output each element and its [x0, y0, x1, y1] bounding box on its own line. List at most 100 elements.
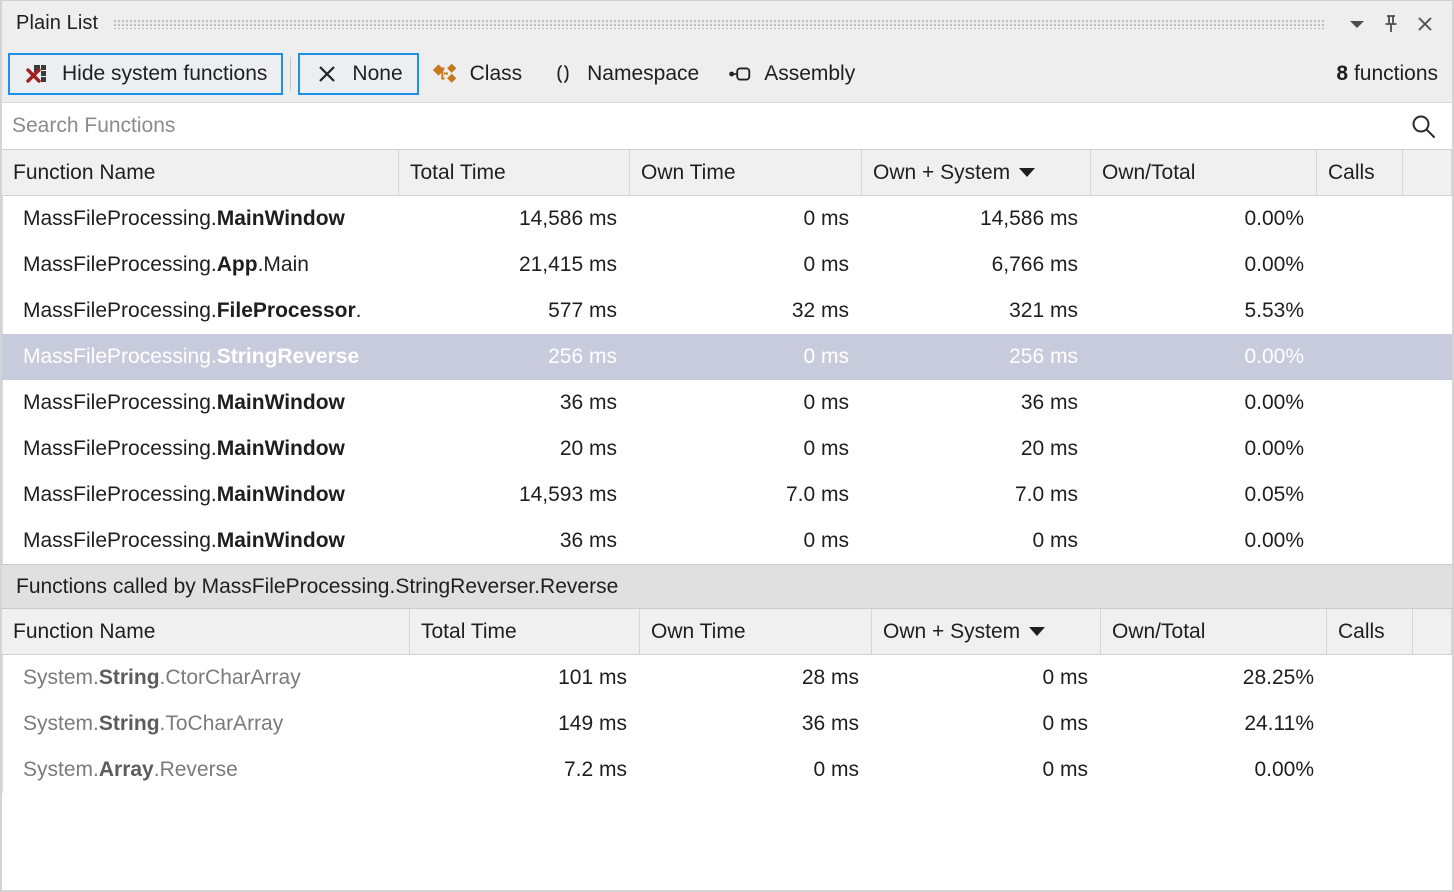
table-row[interactable]: MassFileProcessing.FileProcessor. 577 ms… [2, 288, 1452, 334]
class-grouping-button[interactable]: Class [419, 53, 537, 95]
fn-prefix: MassFileProcessing. [23, 391, 217, 414]
hide-system-functions-icon [24, 61, 50, 87]
cell-function-name: MassFileProcessing.MainWindow [2, 196, 399, 242]
class-icon [433, 61, 459, 87]
table-row[interactable]: MassFileProcessing.MainWindow 14,586 ms … [2, 196, 1452, 242]
table-row-selected[interactable]: MassFileProcessing.StringReverse 256 ms … [2, 334, 1452, 380]
cell-own-total: 0.05% [1091, 472, 1317, 518]
column-header-function-name[interactable]: Function Name [2, 150, 399, 195]
cell-own-time: 28 ms [640, 655, 872, 701]
cell-own-total: 0.00% [1091, 334, 1317, 380]
filter-toolbar: Hide system functions None [2, 46, 1452, 103]
cell-function-name: System.Array.Reverse [2, 747, 410, 793]
functions-table-body: MassFileProcessing.MainWindow 14,586 ms … [2, 196, 1452, 564]
cell-calls [1317, 334, 1403, 380]
column-header-calls[interactable]: Calls [1317, 150, 1403, 195]
cell-filler [1403, 242, 1452, 288]
hide-system-functions-button[interactable]: Hide system functions [8, 53, 283, 95]
table-row[interactable]: System.Array.Reverse 7.2 ms 0 ms 0 ms 0.… [2, 747, 1452, 793]
function-count-suffix: functions [1348, 62, 1438, 85]
fn-suffix: .CtorCharArray [160, 666, 301, 689]
callees-column-header-total-time[interactable]: Total Time [410, 609, 640, 654]
fn-bold: String [99, 712, 160, 735]
fn-suffix: .Main [258, 253, 309, 276]
column-header-own-time[interactable]: Own Time [630, 150, 862, 195]
cell-function-name: System.String.CtorCharArray [2, 655, 410, 701]
pin-icon[interactable] [1374, 7, 1408, 41]
callees-column-header-calls[interactable]: Calls [1327, 609, 1413, 654]
functions-table-header: Function Name Total Time Own Time Own + … [2, 150, 1452, 196]
table-row[interactable]: System.String.CtorCharArray 101 ms 28 ms… [2, 655, 1452, 701]
chevron-down-icon[interactable] [1340, 7, 1374, 41]
fn-prefix: MassFileProcessing. [23, 207, 217, 230]
close-x-icon [314, 61, 340, 87]
cell-function-name: MassFileProcessing.StringReverse [2, 334, 399, 380]
page-title: Plain List [16, 12, 98, 35]
cell-calls [1327, 701, 1413, 747]
assembly-grouping-button[interactable]: Assembly [713, 53, 869, 95]
cell-function-name: MassFileProcessing.FileProcessor. [2, 288, 399, 334]
fn-bold: MainWindow [217, 483, 345, 506]
namespace-grouping-button[interactable]: Namespace [536, 53, 713, 95]
cell-total-time: 256 ms [399, 334, 630, 380]
cell-filler [1403, 426, 1452, 472]
cell-own-time: 0 ms [630, 196, 862, 242]
cell-filler [1403, 518, 1452, 564]
hide-system-functions-label: Hide system functions [62, 62, 267, 86]
search-icon[interactable] [1408, 111, 1438, 141]
cell-filler [1403, 380, 1452, 426]
cell-own-total: 24.11% [1101, 701, 1327, 747]
cell-function-name: MassFileProcessing.MainWindow [2, 380, 399, 426]
fn-prefix: MassFileProcessing. [23, 483, 217, 506]
column-header-own-plus-system[interactable]: Own + System [862, 150, 1091, 195]
cell-total-time: 101 ms [410, 655, 640, 701]
cell-own-total: 0.00% [1091, 426, 1317, 472]
table-row[interactable]: System.String.ToCharArray 149 ms 36 ms 0… [2, 701, 1452, 747]
cell-own-system: 14,586 ms [862, 196, 1091, 242]
fn-prefix: MassFileProcessing. [23, 529, 217, 552]
table-row[interactable]: MassFileProcessing.MainWindow 36 ms 0 ms… [2, 380, 1452, 426]
callees-column-header-own-plus-system[interactable]: Own + System [872, 609, 1101, 654]
fn-bold: StringReverse [217, 345, 359, 368]
callees-column-header-own-time[interactable]: Own Time [640, 609, 872, 654]
cell-filler [1403, 472, 1452, 518]
cell-function-name: MassFileProcessing.App.Main [2, 242, 399, 288]
cell-total-time: 7.2 ms [410, 747, 640, 793]
cell-own-time: 0 ms [630, 380, 862, 426]
class-grouping-label: Class [470, 62, 523, 86]
plain-list-tool-window: Plain List [0, 0, 1454, 892]
none-grouping-label: None [352, 62, 402, 86]
cell-own-system: 321 ms [862, 288, 1091, 334]
cell-function-name: MassFileProcessing.MainWindow [2, 472, 399, 518]
fn-bold: App [217, 253, 258, 276]
fn-bold: MainWindow [217, 391, 345, 414]
function-count-number: 8 [1336, 62, 1348, 85]
cell-own-system: 20 ms [862, 426, 1091, 472]
callees-column-header-own-total[interactable]: Own/Total [1101, 609, 1327, 654]
search-input[interactable] [12, 114, 1408, 138]
cell-own-system: 6,766 ms [862, 242, 1091, 288]
cell-calls [1327, 747, 1413, 793]
functions-table: Function Name Total Time Own Time Own + … [2, 150, 1452, 564]
callees-column-header-filler [1413, 609, 1452, 654]
none-grouping-button[interactable]: None [298, 53, 418, 95]
table-row[interactable]: MassFileProcessing.MainWindow 20 ms 0 ms… [2, 426, 1452, 472]
function-count: 8 functions [1336, 62, 1438, 86]
callees-column-header-function-name[interactable]: Function Name [2, 609, 410, 654]
cell-own-system: 0 ms [872, 701, 1101, 747]
cell-own-time: 0 ms [630, 242, 862, 288]
fn-bold: MainWindow [217, 437, 345, 460]
cell-total-time: 36 ms [399, 518, 630, 564]
table-row[interactable]: MassFileProcessing.MainWindow 14,593 ms … [2, 472, 1452, 518]
cell-filler [1403, 288, 1452, 334]
title-drag-handle[interactable] [114, 19, 1324, 29]
table-row[interactable]: MassFileProcessing.MainWindow 36 ms 0 ms… [2, 518, 1452, 564]
table-row[interactable]: MassFileProcessing.App.Main 21,415 ms 0 … [2, 242, 1452, 288]
close-icon[interactable] [1408, 7, 1442, 41]
cell-own-total: 0.00% [1091, 196, 1317, 242]
column-header-own-total[interactable]: Own/Total [1091, 150, 1317, 195]
column-header-total-time[interactable]: Total Time [399, 150, 630, 195]
fn-bold: MainWindow [217, 207, 345, 230]
fn-bold: String [99, 666, 160, 689]
cell-calls [1317, 196, 1403, 242]
